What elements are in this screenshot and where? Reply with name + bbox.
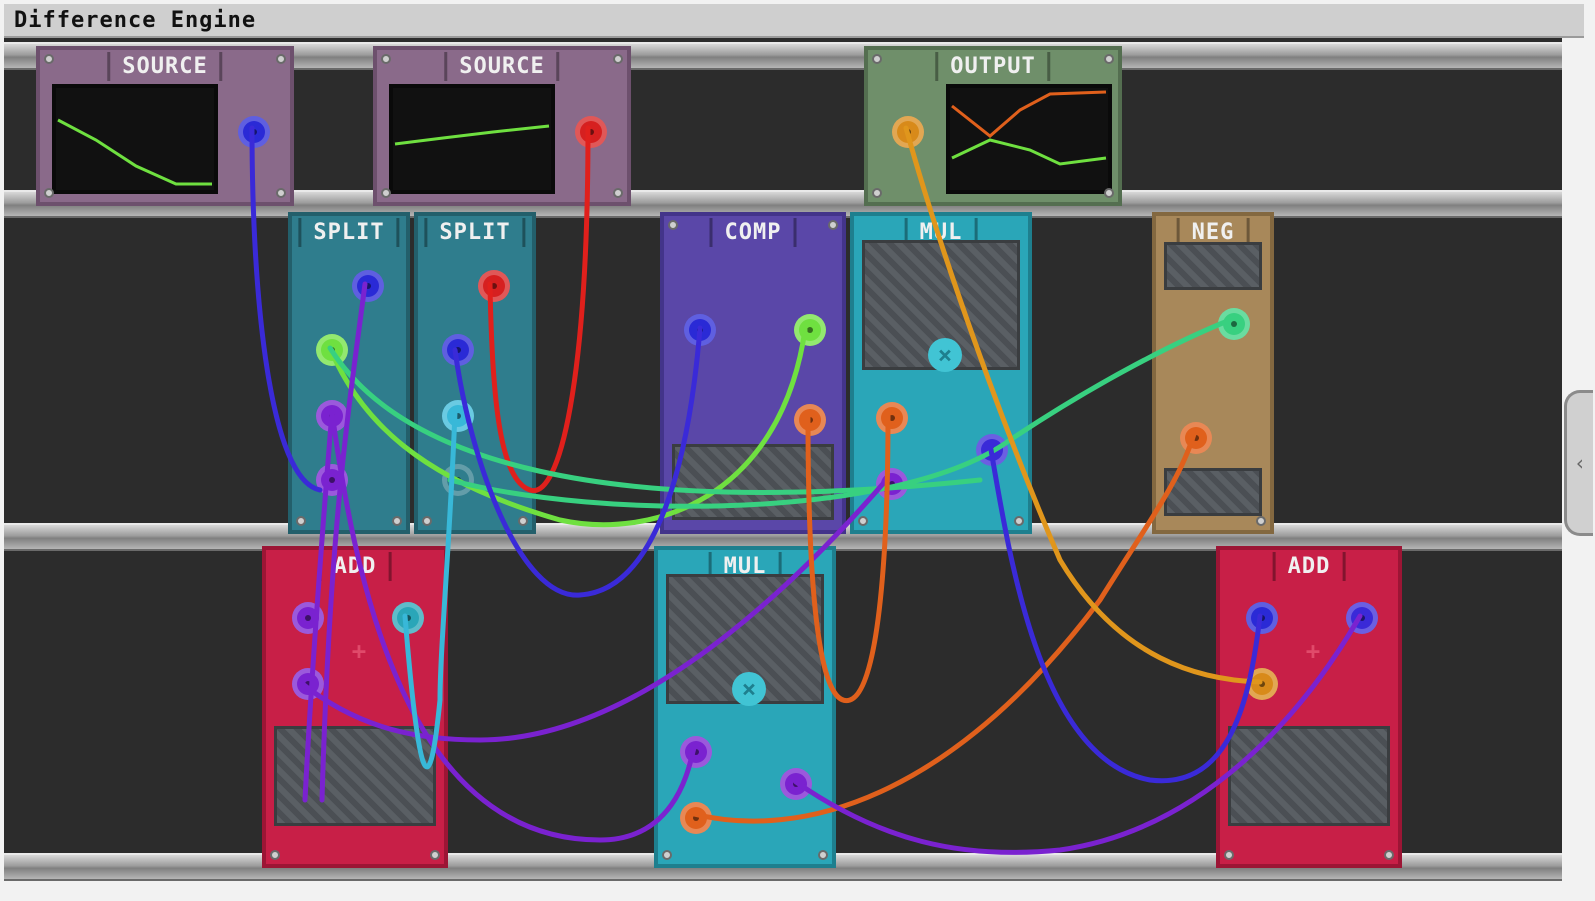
screw-icon: [422, 516, 432, 526]
source-module-2[interactable]: SOURCE: [373, 46, 631, 206]
screw-icon: [1104, 54, 1114, 64]
input-jack[interactable]: [1246, 602, 1278, 634]
screw-icon: [668, 220, 678, 230]
comp-module[interactable]: COMP: [660, 212, 846, 534]
output-jack[interactable]: [238, 116, 270, 148]
input-jack[interactable]: [352, 270, 384, 302]
screw-icon: [1256, 516, 1266, 526]
screw-icon: [662, 850, 672, 860]
screw-icon: [430, 850, 440, 860]
times-icon: ×: [732, 672, 766, 706]
vent-grille: [1164, 242, 1262, 290]
screw-icon: [381, 54, 391, 64]
output-jack[interactable]: [442, 334, 474, 366]
screw-icon: [44, 54, 54, 64]
split-module-1[interactable]: SPLIT: [288, 212, 410, 534]
input-jack[interactable]: [876, 402, 908, 434]
screw-icon: [872, 54, 882, 64]
screw-icon: [818, 850, 828, 860]
mul-module-1[interactable]: MUL ×: [850, 212, 1032, 534]
output-jack[interactable]: [316, 400, 348, 432]
screw-icon: [44, 188, 54, 198]
input-jack[interactable]: [1218, 308, 1250, 340]
add-module-2[interactable]: ADD +: [1216, 546, 1402, 868]
screw-icon: [1104, 188, 1114, 198]
add-module-1[interactable]: ADD +: [262, 546, 448, 868]
input-jack[interactable]: [292, 668, 324, 700]
input-jack[interactable]: [478, 270, 510, 302]
input-jack[interactable]: [684, 314, 716, 346]
mul-module-2[interactable]: MUL ×: [654, 546, 836, 868]
input-jack[interactable]: [1346, 602, 1378, 634]
screw-icon: [613, 54, 623, 64]
screw-icon: [613, 188, 623, 198]
times-icon: ×: [928, 338, 962, 372]
output-module[interactable]: OUTPUT: [864, 46, 1122, 206]
waveform-screen: [52, 84, 218, 194]
vent-grille: [1164, 468, 1262, 516]
title-bar: Difference Engine: [4, 4, 1584, 38]
input-jack[interactable]: [292, 602, 324, 634]
screw-icon: [518, 516, 528, 526]
module-title: SOURCE: [444, 52, 560, 81]
output-screen: [946, 84, 1112, 194]
screw-icon: [1384, 850, 1394, 860]
module-title: ADD: [1272, 552, 1346, 581]
input-jack[interactable]: [794, 314, 826, 346]
screw-icon: [381, 188, 391, 198]
output-jack[interactable]: [780, 768, 812, 800]
output-jack[interactable]: [442, 464, 474, 496]
output-jack[interactable]: [442, 400, 474, 432]
neg-module[interactable]: NEG: [1152, 212, 1274, 534]
screw-icon: [276, 54, 286, 64]
output-jack[interactable]: [976, 434, 1008, 466]
split-module-2[interactable]: SPLIT: [414, 212, 536, 534]
screw-icon: [872, 188, 882, 198]
screw-icon: [828, 220, 838, 230]
screw-icon: [1224, 850, 1234, 860]
module-title: SPLIT: [424, 218, 526, 247]
screw-icon: [270, 850, 280, 860]
output-jack[interactable]: [794, 404, 826, 436]
vent-grille: [672, 444, 834, 520]
vent-grille: [274, 726, 436, 826]
module-title: ADD: [318, 552, 392, 581]
chevron-left-icon[interactable]: ‹: [1564, 390, 1593, 536]
module-title: COMP: [709, 218, 797, 247]
source-module-1[interactable]: SOURCE: [36, 46, 294, 206]
screw-icon: [296, 516, 306, 526]
module-title: SOURCE: [107, 52, 223, 81]
output-jack[interactable]: [316, 464, 348, 496]
module-title: OUTPUT: [935, 52, 1051, 81]
output-jack[interactable]: [316, 334, 348, 366]
screw-icon: [1014, 516, 1024, 526]
module-title: SPLIT: [298, 218, 400, 247]
output-jack[interactable]: [392, 602, 424, 634]
waveform-screen: [389, 84, 555, 194]
window-title: Difference Engine: [14, 8, 257, 33]
screw-icon: [858, 516, 868, 526]
output-jack[interactable]: [1246, 668, 1278, 700]
output-jack[interactable]: [1180, 422, 1212, 454]
plus-icon: +: [351, 637, 367, 665]
output-jack[interactable]: [575, 116, 607, 148]
screw-icon: [392, 516, 402, 526]
screw-icon: [276, 188, 286, 198]
input-jack[interactable]: [892, 116, 924, 148]
vent-grille: [1228, 726, 1390, 826]
input-jack[interactable]: [680, 802, 712, 834]
input-jack[interactable]: [680, 736, 712, 768]
input-jack[interactable]: [876, 468, 908, 500]
plus-icon: +: [1305, 637, 1321, 665]
